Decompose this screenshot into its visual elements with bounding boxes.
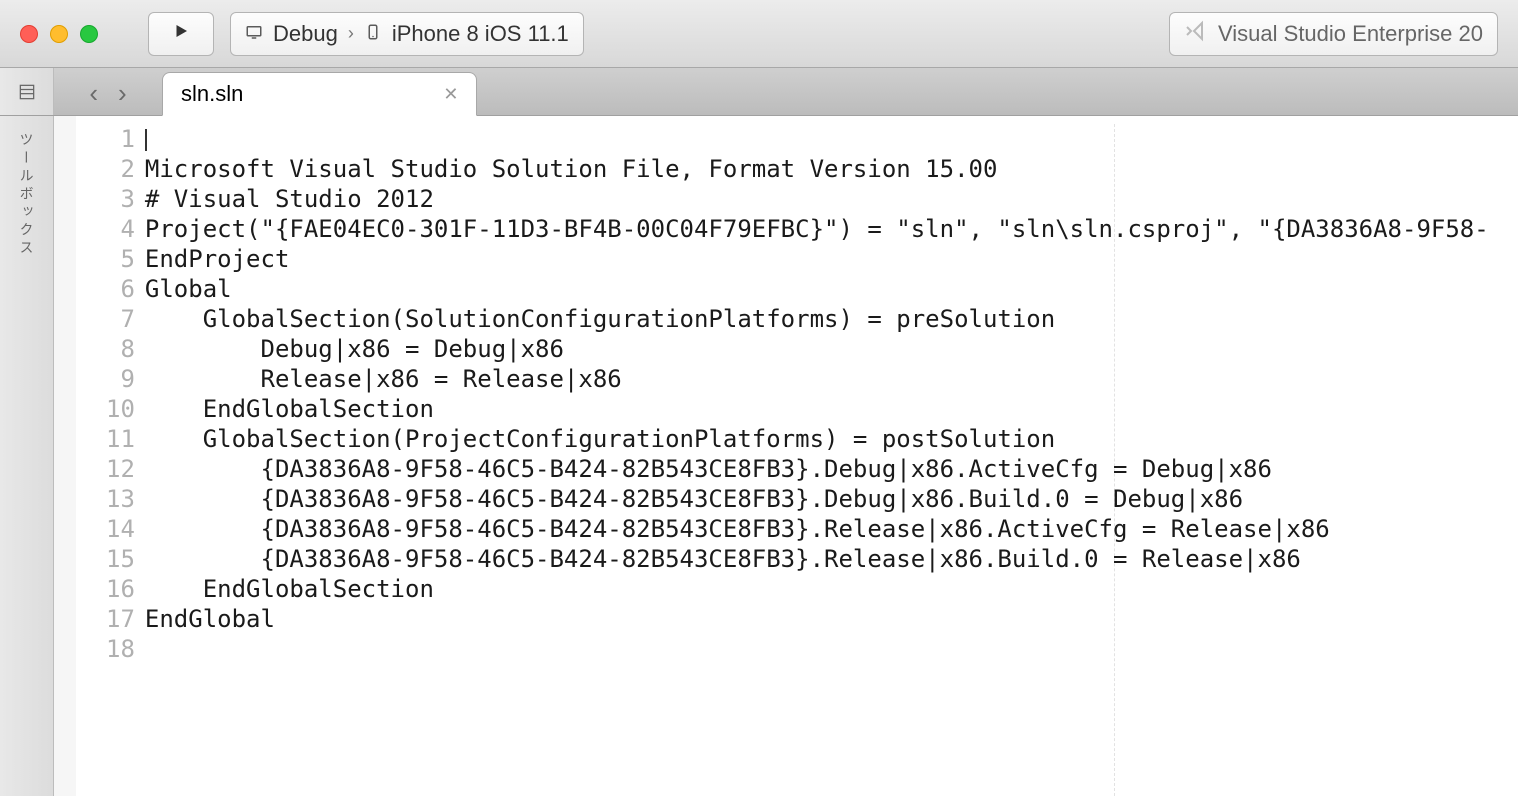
chevron-right-icon: › (348, 23, 354, 44)
breakpoint-gutter[interactable] (54, 116, 76, 796)
toolbox-panel[interactable]: ツールボックス (0, 116, 54, 796)
play-icon (172, 22, 190, 45)
visual-studio-icon (1184, 19, 1208, 49)
titlebar: Debug › iPhone 8 iOS 11.1 Visual Studio … (0, 0, 1518, 68)
toolbox-toggle[interactable] (0, 68, 54, 115)
minimize-window-button[interactable] (50, 25, 68, 43)
code-area[interactable]: Microsoft Visual Studio Solution File, F… (145, 124, 1115, 796)
target-label: iPhone 8 iOS 11.1 (392, 21, 569, 47)
zoom-window-button[interactable] (80, 25, 98, 43)
nav-back-button[interactable]: ‹ (89, 78, 98, 109)
close-window-button[interactable] (20, 25, 38, 43)
monitor-icon (245, 21, 263, 47)
body: ツールボックス 1 2 3 4 5 6 7 8 9101112131415161… (0, 116, 1518, 796)
product-badge[interactable]: Visual Studio Enterprise 20 (1169, 12, 1498, 56)
nav-arrows: ‹ › (54, 78, 162, 115)
toolbox-label: ツールボックス (17, 132, 37, 258)
editor[interactable]: 1 2 3 4 5 6 7 8 9101112131415161718 Micr… (76, 116, 1518, 796)
line-numbers: 1 2 3 4 5 6 7 8 9101112131415161718 (76, 124, 145, 796)
config-target-selector[interactable]: Debug › iPhone 8 iOS 11.1 (230, 12, 584, 56)
run-button[interactable] (148, 12, 214, 56)
config-label: Debug (273, 21, 338, 47)
tab-title: sln.sln (181, 81, 243, 107)
toolbox-icon (17, 82, 37, 102)
nav-forward-button[interactable]: › (118, 78, 127, 109)
window-controls (20, 25, 98, 43)
phone-icon (364, 21, 382, 47)
product-label: Visual Studio Enterprise 20 (1218, 21, 1483, 47)
editor-tab[interactable]: sln.sln ✕ (162, 72, 477, 116)
tab-close-button[interactable]: ✕ (443, 84, 458, 105)
tab-bar: ‹ › sln.sln ✕ (0, 68, 1518, 116)
